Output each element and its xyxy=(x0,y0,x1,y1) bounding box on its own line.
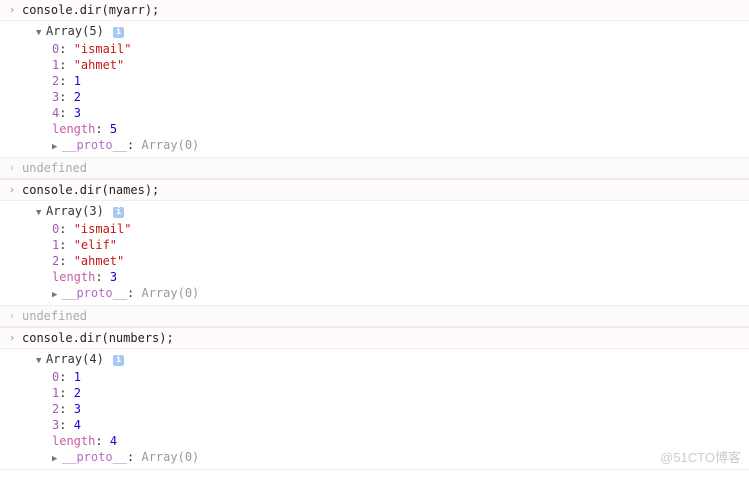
object-property[interactable]: 0: "ismail" xyxy=(22,41,749,57)
disclosure-triangle-icon[interactable]: ▶ xyxy=(52,139,62,155)
proto-value: Array(0) xyxy=(141,138,199,152)
console-output: ›console.dir(myarr);▼Array(5) i0: "ismai… xyxy=(0,0,749,470)
input-code: console.dir(myarr); xyxy=(22,3,159,17)
property-value: "ahmet" xyxy=(74,58,125,72)
property-key: length xyxy=(52,270,95,284)
object-summary[interactable]: ▼Array(3) i xyxy=(22,203,749,221)
console-object-block: ▼Array(5) i0: "ismail"1: "ahmet"2: 13: 2… xyxy=(0,21,749,158)
property-value: 2 xyxy=(74,90,81,104)
property-value: 3 xyxy=(110,270,117,284)
object-property[interactable]: 3: 2 xyxy=(22,89,749,105)
property-value: 2 xyxy=(74,386,81,400)
proto-value: Array(0) xyxy=(141,286,199,300)
console-input-row[interactable]: › console.dir(names); xyxy=(0,179,749,201)
property-value: 3 xyxy=(74,106,81,120)
input-code: console.dir(numbers); xyxy=(22,331,174,345)
info-badge-icon[interactable]: i xyxy=(113,207,124,218)
property-value: 1 xyxy=(74,370,81,384)
console-object-block: ▼Array(3) i0: "ismail"1: "elif"2: "ahmet… xyxy=(0,201,749,306)
input-marker-icon: › xyxy=(6,182,18,198)
disclosure-triangle-icon[interactable]: ▶ xyxy=(52,451,62,467)
property-value: "ahmet" xyxy=(74,254,125,268)
info-badge-icon[interactable]: i xyxy=(113,355,124,366)
object-property[interactable]: 2: 1 xyxy=(22,73,749,89)
summary-text: Array(4) xyxy=(46,352,104,366)
input-marker-icon: › xyxy=(6,330,18,346)
object-property[interactable]: 3: 4 xyxy=(22,417,749,433)
proto-row[interactable]: ▶__proto__: Array(0) xyxy=(22,137,749,155)
input-marker-icon: › xyxy=(6,2,18,18)
object-property[interactable]: length: 3 xyxy=(22,269,749,285)
property-key: length xyxy=(52,122,95,136)
proto-value: Array(0) xyxy=(141,450,199,464)
object-property[interactable]: 1: "elif" xyxy=(22,237,749,253)
property-value: 4 xyxy=(110,434,117,448)
disclosure-triangle-icon[interactable]: ▼ xyxy=(36,25,46,41)
console-input-row[interactable]: › console.dir(myarr); xyxy=(0,0,749,21)
summary-text: Array(5) xyxy=(46,24,104,38)
input-code: console.dir(names); xyxy=(22,183,159,197)
console-return-row: ‹ undefined xyxy=(0,158,749,179)
property-value: "elif" xyxy=(74,238,117,252)
return-marker-icon: ‹ xyxy=(6,308,18,324)
proto-key: __proto__ xyxy=(62,138,127,152)
property-value: 1 xyxy=(74,74,81,88)
console-input-row[interactable]: › console.dir(numbers); xyxy=(0,327,749,349)
proto-row[interactable]: ▶__proto__: Array(0) xyxy=(22,285,749,303)
console-object-block: ▼Array(4) i0: 11: 22: 33: 4length: 4▶__p… xyxy=(0,349,749,470)
proto-key: __proto__ xyxy=(62,450,127,464)
return-value: undefined xyxy=(22,309,87,323)
info-badge-icon[interactable]: i xyxy=(113,27,124,38)
property-value: 3 xyxy=(74,402,81,416)
object-property[interactable]: 1: "ahmet" xyxy=(22,57,749,73)
property-value: 5 xyxy=(110,122,117,136)
object-property[interactable]: 1: 2 xyxy=(22,385,749,401)
proto-row[interactable]: ▶__proto__: Array(0) xyxy=(22,449,749,467)
disclosure-triangle-icon[interactable]: ▶ xyxy=(52,287,62,303)
object-property[interactable]: 4: 3 xyxy=(22,105,749,121)
summary-text: Array(3) xyxy=(46,204,104,218)
watermark: @51CTO博客 xyxy=(660,447,741,466)
object-property[interactable]: 2: 3 xyxy=(22,401,749,417)
property-value: "ismail" xyxy=(74,42,132,56)
object-summary[interactable]: ▼Array(5) i xyxy=(22,23,749,41)
return-marker-icon: ‹ xyxy=(6,160,18,176)
object-property[interactable]: 2: "ahmet" xyxy=(22,253,749,269)
disclosure-triangle-icon[interactable]: ▼ xyxy=(36,205,46,221)
disclosure-triangle-icon[interactable]: ▼ xyxy=(36,353,46,369)
object-property[interactable]: 0: 1 xyxy=(22,369,749,385)
proto-key: __proto__ xyxy=(62,286,127,300)
console-return-row: ‹ undefined xyxy=(0,306,749,327)
object-property[interactable]: length: 5 xyxy=(22,121,749,137)
object-property[interactable]: length: 4 xyxy=(22,433,749,449)
property-key: length xyxy=(52,434,95,448)
object-summary[interactable]: ▼Array(4) i xyxy=(22,351,749,369)
object-property[interactable]: 0: "ismail" xyxy=(22,221,749,237)
property-value: "ismail" xyxy=(74,222,132,236)
property-value: 4 xyxy=(74,418,81,432)
return-value: undefined xyxy=(22,161,87,175)
